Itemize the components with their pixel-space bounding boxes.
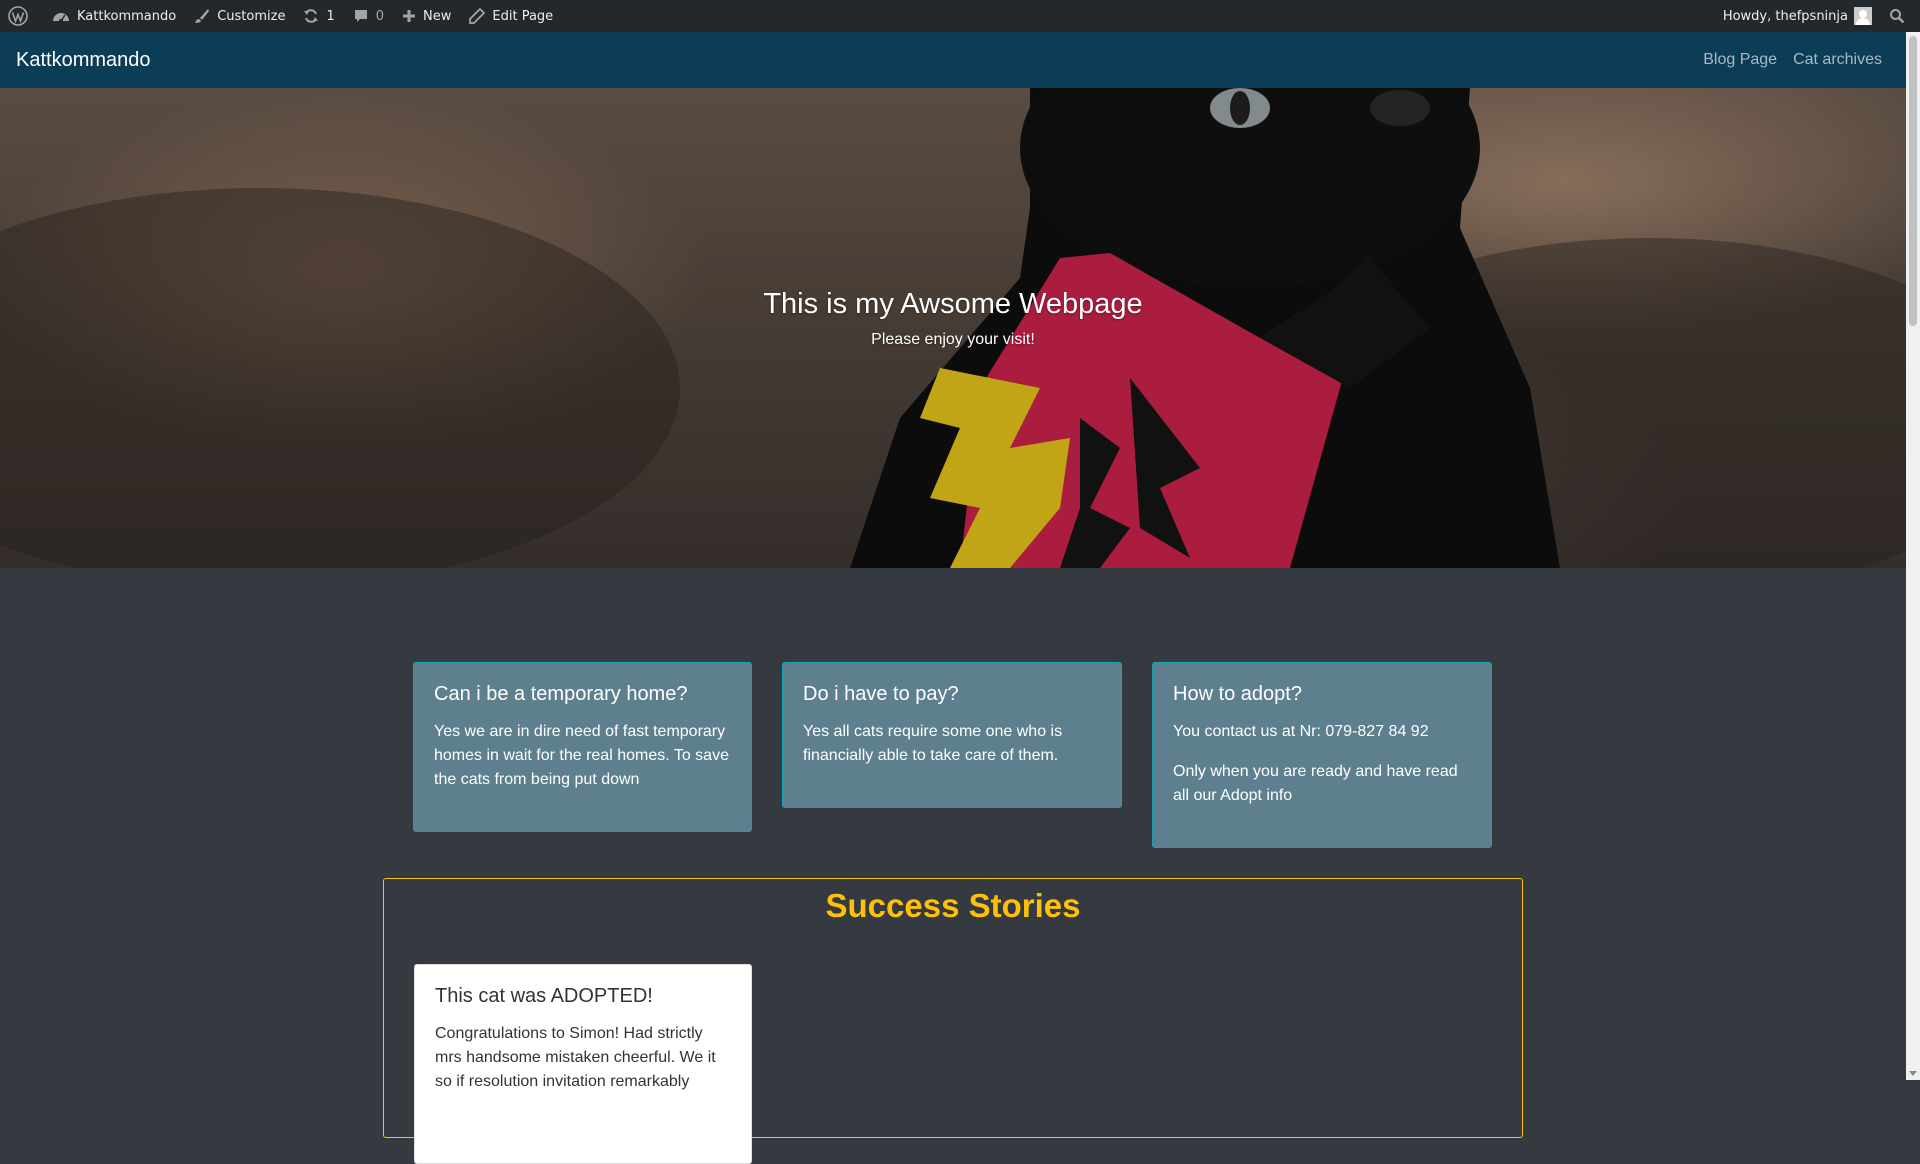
comments-button[interactable]: 0 [344, 0, 393, 32]
howdy-label: Howdy, thefpsninja [1722, 8, 1848, 24]
new-label: New [423, 8, 452, 24]
customize-button[interactable]: Customize [185, 0, 294, 32]
dashboard-icon [53, 13, 69, 23]
story-card: This cat was ADOPTED! Congratulations to… [414, 964, 752, 1164]
nav-links: Blog Page Cat archives [1695, 51, 1890, 69]
page-scrollbar[interactable] [1906, 32, 1920, 1080]
comment-icon [354, 10, 367, 22]
pencil-icon [469, 8, 486, 24]
nav-link-blog-page[interactable]: Blog Page [1695, 51, 1785, 69]
scroll-down-arrow-icon[interactable] [1909, 1071, 1917, 1076]
success-stories-section: Success Stories This cat was ADOPTED! Co… [383, 878, 1523, 1164]
site-brand-link[interactable]: Kattkommando [16, 49, 151, 72]
hero-banner: This is my Awsome Webpage Please enjoy y… [0, 88, 1906, 568]
edit-page-label: Edit Page [492, 8, 554, 24]
section-heading: Success Stories [825, 887, 1081, 924]
user-account-menu[interactable]: Howdy, thefpsninja [1714, 0, 1881, 32]
card-text: You contact us at Nr: 079-827 84 92 [1173, 723, 1429, 740]
nav-link-cat-archives[interactable]: Cat archives [1785, 51, 1890, 69]
faq-card-payment: Do i have to pay? Yes all cats require s… [782, 662, 1122, 808]
refresh-icon [304, 9, 319, 23]
new-content-button[interactable]: New [393, 0, 460, 32]
wordpress-logo-icon[interactable] [0, 0, 43, 32]
comments-count: 0 [375, 8, 385, 24]
faq-card-adopt: How to adopt? You contact us at Nr: 079-… [1152, 662, 1492, 848]
faq-card-temporary-home: Can i be a temporary home? Yes we are in… [413, 662, 752, 832]
plus-icon [403, 10, 416, 22]
avatar [1854, 7, 1872, 25]
site-name-label: Kattkommando [77, 8, 177, 24]
admin-search-button[interactable] [1881, 0, 1920, 32]
scrollbar-thumb[interactable] [1909, 36, 1917, 326]
customize-label: Customize [217, 8, 286, 24]
search-icon [1890, 9, 1905, 24]
site-navbar: Kattkommando Blog Page Cat archives [0, 32, 1906, 88]
updates-button[interactable]: 1 [294, 0, 343, 32]
hero-title: This is my Awsome Webpage [763, 287, 1143, 320]
card-title: Do i have to pay? [803, 683, 959, 705]
card-title: Can i be a temporary home? [434, 683, 688, 705]
card-title: How to adopt? [1173, 683, 1302, 705]
edit-page-button[interactable]: Edit Page [460, 0, 562, 32]
brush-icon [195, 9, 210, 23]
card-text: Only when you are ready and have read al… [1173, 763, 1458, 804]
admin-bar: Kattkommando Customize 1 0 New Edit Page… [0, 0, 1920, 32]
card-text: Yes all cats require some one who is fin… [803, 723, 1063, 764]
hero-text: This is my Awsome Webpage Please enjoy y… [0, 88, 1906, 568]
site-name-menu[interactable]: Kattkommando [43, 0, 185, 32]
updates-count: 1 [326, 8, 335, 24]
story-title: This cat was ADOPTED! [435, 985, 653, 1007]
hero-subtitle: Please enjoy your visit! [871, 330, 1035, 348]
card-text: Yes we are in dire need of fast temporar… [434, 723, 729, 788]
story-text: Congratulations to Simon! Had strictly m… [435, 1025, 716, 1090]
